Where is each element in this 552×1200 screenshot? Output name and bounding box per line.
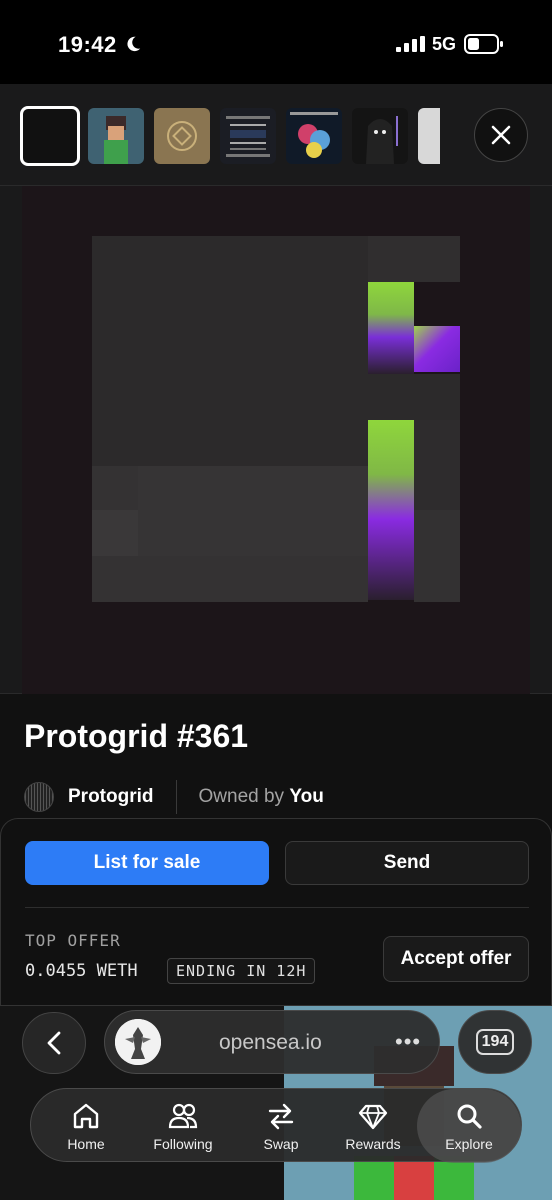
hooded-figure-image — [366, 116, 398, 164]
close-button[interactable] — [474, 108, 528, 162]
flower-image — [290, 112, 338, 158]
thumbnail-item[interactable] — [418, 108, 440, 164]
tab-count: 194 — [475, 1029, 515, 1055]
pixel-character-image — [104, 116, 128, 164]
tab-rewards[interactable]: Rewards — [327, 1089, 419, 1163]
site-avatar — [115, 1019, 161, 1065]
chevron-left-icon — [47, 1031, 61, 1055]
status-time: 19:42 — [58, 32, 117, 57]
home-icon — [73, 1103, 99, 1129]
diamond-icon — [358, 1104, 388, 1130]
thumbnail-strip — [0, 84, 552, 186]
thumbnail-selected[interactable] — [20, 106, 80, 166]
thumbnail-item[interactable] — [352, 108, 408, 164]
collection-name[interactable]: Protogrid — [68, 786, 154, 808]
bottom-tab-bar: Home Following Swap Rewards Explore — [30, 1088, 522, 1163]
search-icon — [457, 1104, 482, 1129]
tab-label: Rewards — [345, 1136, 401, 1152]
tab-following[interactable]: Following — [133, 1089, 233, 1163]
actions-card: List for sale Send TOP OFFER 0.0455 WETH… — [0, 818, 552, 1006]
status-bar: 19:42 5G — [0, 0, 552, 84]
top-offer-value: 0.0455 WETH — [25, 961, 138, 981]
thumbnail-item[interactable] — [220, 108, 276, 164]
list-for-sale-button[interactable]: List for sale — [25, 841, 269, 885]
battery-icon — [464, 34, 503, 54]
collection-avatar[interactable] — [24, 782, 54, 812]
nft-artwork — [22, 186, 530, 694]
tab-home[interactable]: Home — [31, 1089, 141, 1163]
close-icon — [491, 125, 511, 145]
top-offer-label: TOP OFFER — [25, 931, 121, 950]
artwork-container — [0, 186, 552, 694]
moon-icon — [127, 36, 141, 52]
send-button[interactable]: Send — [285, 841, 529, 885]
divider — [175, 780, 177, 814]
tab-swap[interactable]: Swap — [235, 1089, 327, 1163]
tab-label: Home — [67, 1136, 105, 1152]
thumbnail-item[interactable] — [286, 108, 342, 164]
owned-by: Owned by You — [199, 786, 324, 808]
network-label: 5G — [432, 34, 457, 54]
swap-icon — [268, 1103, 294, 1130]
ending-badge: ENDING IN 12H — [167, 958, 316, 984]
signal-icon — [396, 36, 425, 52]
owned-prefix: Owned by — [198, 786, 285, 807]
profile-image — [115, 1019, 161, 1065]
tab-label: Explore — [445, 1136, 493, 1152]
tabs-button[interactable]: 194 — [458, 1010, 532, 1074]
tab-label: Following — [153, 1136, 213, 1152]
more-icon[interactable]: ••• — [395, 1029, 421, 1055]
url-text: opensea.io — [219, 1031, 322, 1054]
tab-explore[interactable]: Explore — [417, 1089, 521, 1163]
nft-title: Protogrid #361 — [24, 718, 249, 754]
accept-offer-button[interactable]: Accept offer — [383, 936, 529, 982]
owner-name[interactable]: You — [289, 786, 323, 807]
thumbnail-item[interactable] — [154, 108, 210, 164]
people-icon — [168, 1103, 198, 1129]
back-button[interactable] — [22, 1012, 86, 1074]
tab-label: Swap — [263, 1136, 299, 1152]
ornament-image — [167, 121, 197, 151]
ticket-image — [226, 116, 270, 157]
card-divider — [25, 907, 529, 908]
thumbnail-item[interactable] — [88, 108, 144, 164]
address-bar[interactable]: opensea.io ••• — [104, 1010, 440, 1074]
collection-row: Protogrid Owned by You — [24, 780, 324, 814]
